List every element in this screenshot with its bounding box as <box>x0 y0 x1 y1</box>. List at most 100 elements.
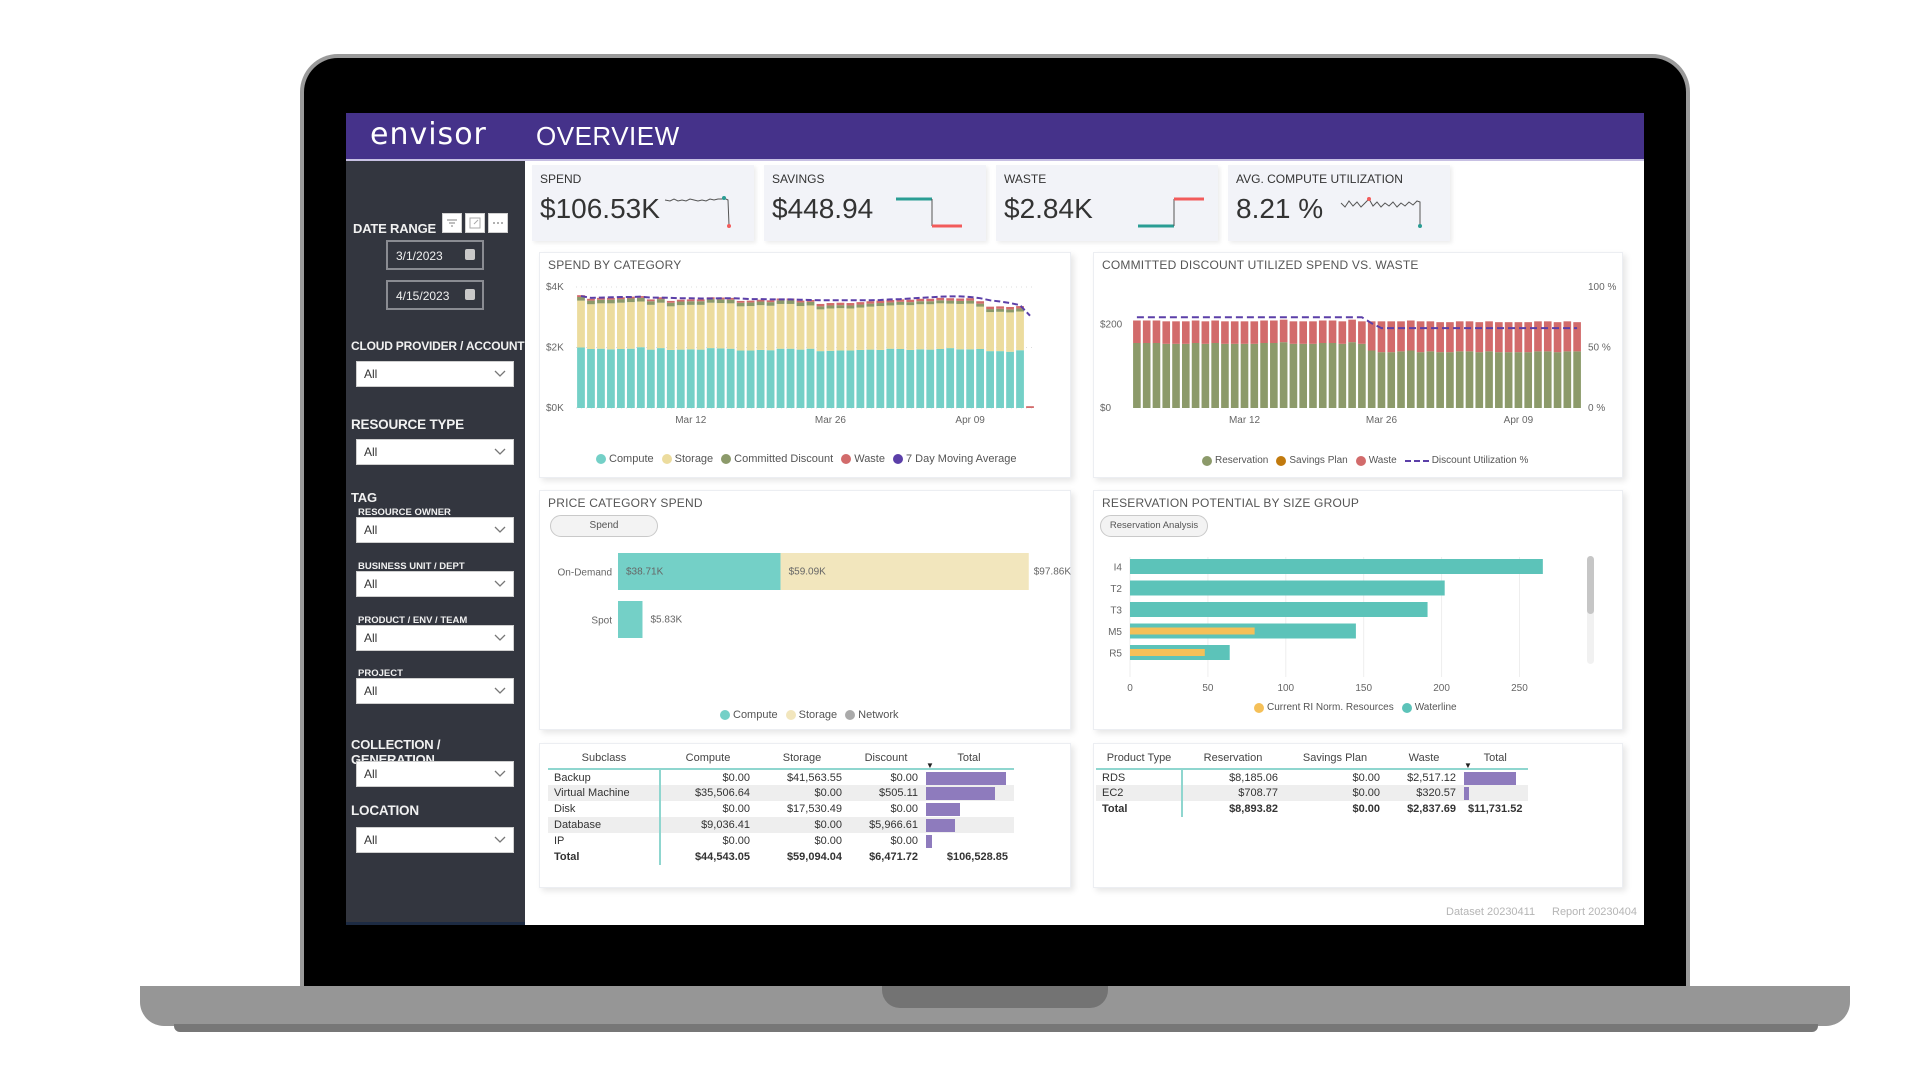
column-header[interactable]: Compute <box>660 748 756 770</box>
bar-segment-waste[interactable] <box>1270 320 1278 344</box>
bar-segment-waste[interactable] <box>1504 322 1513 353</box>
bar-segment-compute[interactable] <box>666 349 675 408</box>
legend-item-waterline[interactable]: Waterline <box>1401 702 1457 713</box>
bar-segment-compute[interactable] <box>618 601 643 638</box>
location-dropdown[interactable]: All <box>356 827 514 853</box>
bar-segment-committed-discount[interactable] <box>946 300 955 304</box>
bar-segment-storage[interactable] <box>976 306 985 350</box>
bar-segment-waste[interactable] <box>1524 322 1533 353</box>
column-header[interactable]: Savings Plan <box>1284 748 1386 770</box>
bar-segment-storage[interactable] <box>996 311 1004 352</box>
bar-segment-storage[interactable] <box>806 305 815 349</box>
bar-segment-compute[interactable] <box>886 348 895 408</box>
bar-segment-compute[interactable] <box>946 348 955 408</box>
bar-segment-waste[interactable] <box>1318 320 1327 344</box>
bar-segment-compute[interactable] <box>607 349 615 408</box>
bar-segment-reservation[interactable] <box>1504 352 1513 408</box>
bar-segment-compute[interactable] <box>816 351 825 408</box>
bar-segment-compute[interactable] <box>1006 351 1014 408</box>
bar-segment-committed-discount[interactable] <box>936 300 945 304</box>
focus-mode-icon[interactable] <box>465 213 485 233</box>
bar-segment-reservation[interactable] <box>1162 343 1171 408</box>
bar-current-ri[interactable] <box>1130 627 1255 635</box>
bar-segment-reservation[interactable] <box>1250 343 1259 408</box>
bar-segment-storage[interactable] <box>626 302 635 349</box>
bar-segment-reservation[interactable] <box>1230 343 1239 408</box>
project-dropdown[interactable]: All <box>356 678 514 704</box>
bar-segment-reservation[interactable] <box>1240 343 1249 408</box>
column-header-sorted[interactable]: ▼ Total <box>1462 748 1529 770</box>
column-header[interactable]: Waste <box>1386 748 1462 770</box>
legend-item-waste[interactable]: Waste <box>841 453 885 465</box>
bar-segment-storage[interactable] <box>676 305 685 350</box>
bar-segment-waste[interactable] <box>1436 322 1444 353</box>
bar-segment-waste[interactable] <box>816 303 825 307</box>
bar-segment-reservation[interactable] <box>1279 342 1288 408</box>
bar-segment-waste[interactable] <box>1397 321 1405 352</box>
bar-segment-committed-discount[interactable] <box>926 301 935 305</box>
bar-segment-reservation[interactable] <box>1270 343 1278 408</box>
bar-segment-reservation[interactable] <box>1338 343 1347 408</box>
bar-segment-compute[interactable] <box>756 349 765 408</box>
bar-segment-reservation[interactable] <box>1133 343 1141 408</box>
bar-segment-waste[interactable] <box>666 300 675 303</box>
bar-segment-waste[interactable] <box>1534 321 1542 352</box>
legend-item-compute[interactable]: Compute <box>720 709 778 721</box>
bar-segment-compute[interactable] <box>846 350 855 408</box>
bar-segment-storage[interactable] <box>577 300 585 348</box>
bar-segment-storage[interactable] <box>906 305 915 350</box>
bar-segment-compute[interactable] <box>896 349 905 408</box>
bar-segment-committed-discount[interactable] <box>746 302 755 307</box>
legend-item-reservation[interactable]: Reservation <box>1202 455 1268 466</box>
bar-segment-storage[interactable] <box>876 306 885 350</box>
bar-segment-waste[interactable] <box>1348 319 1356 343</box>
bar-segment-waste[interactable] <box>866 301 875 304</box>
bar-segment-waste[interactable] <box>856 302 865 305</box>
bar-segment-waste[interactable] <box>1426 321 1435 352</box>
bar-segment-waste[interactable] <box>1142 320 1151 344</box>
bar-segment-reservation[interactable] <box>1152 343 1161 408</box>
legend-item-network[interactable]: Network <box>845 709 899 721</box>
bar-segment-waste[interactable] <box>906 299 915 303</box>
bar-segment-waste[interactable] <box>1563 321 1572 352</box>
bar-segment-waste[interactable] <box>1485 321 1493 352</box>
bar-segment-compute[interactable] <box>776 348 785 408</box>
column-header[interactable]: Product Type <box>1096 748 1182 770</box>
column-header[interactable]: Discount <box>848 748 924 770</box>
bar-segment-waste[interactable] <box>1172 321 1180 344</box>
bar-segment-waste[interactable] <box>846 303 855 306</box>
bar-segment-waste[interactable] <box>1133 320 1141 344</box>
bar-segment-compute[interactable] <box>696 349 705 408</box>
bar-segment-compute[interactable] <box>876 349 885 408</box>
bar-segment-waste[interactable] <box>1201 321 1210 344</box>
bar-segment-waste[interactable] <box>1465 321 1474 352</box>
table-row[interactable]: Database $9,036.41 $0.00 $5,966.61 <box>548 817 1014 833</box>
table-row[interactable]: RDS $8,185.06 $0.00 $2,517.12 <box>1096 769 1528 785</box>
bar-segment-storage[interactable] <box>936 303 945 350</box>
bar-segment-compute[interactable] <box>676 349 685 408</box>
bar-segment-reservation[interactable] <box>1367 350 1376 409</box>
bar-segment-compute[interactable] <box>716 348 725 408</box>
bar-segment-waste[interactable] <box>1553 322 1562 353</box>
bar-segment-reservation[interactable] <box>1201 343 1210 408</box>
bar-segment-compute[interactable] <box>966 349 975 408</box>
bar-segment-waste[interactable] <box>696 299 705 302</box>
bar-segment-waste[interactable] <box>1260 320 1268 344</box>
bar-segment-compute[interactable] <box>686 349 695 408</box>
bar-segment-reservation[interactable] <box>1465 351 1474 408</box>
bar-segment-reservation[interactable] <box>1221 343 1229 408</box>
bar-segment-waste[interactable] <box>686 299 695 302</box>
chart-scrollbar-track[interactable] <box>1587 556 1594 664</box>
resource-owner-dropdown[interactable]: All <box>356 517 514 543</box>
bar-segment-waste[interactable] <box>1455 321 1464 352</box>
bar-segment-waste[interactable] <box>1240 321 1249 344</box>
bar-segment-storage[interactable] <box>966 303 975 350</box>
column-header[interactable]: Storage <box>756 748 848 770</box>
bar-segment-reservation[interactable] <box>1514 352 1523 408</box>
bar-segment-storage[interactable] <box>846 308 855 351</box>
bar-segment-waste[interactable] <box>1006 306 1014 310</box>
bar-segment-committed-discount[interactable] <box>966 300 975 304</box>
bar-segment-storage[interactable] <box>756 305 765 350</box>
bar-segment-waste[interactable] <box>1358 321 1366 344</box>
bar-segment-committed-discount[interactable] <box>876 303 885 307</box>
